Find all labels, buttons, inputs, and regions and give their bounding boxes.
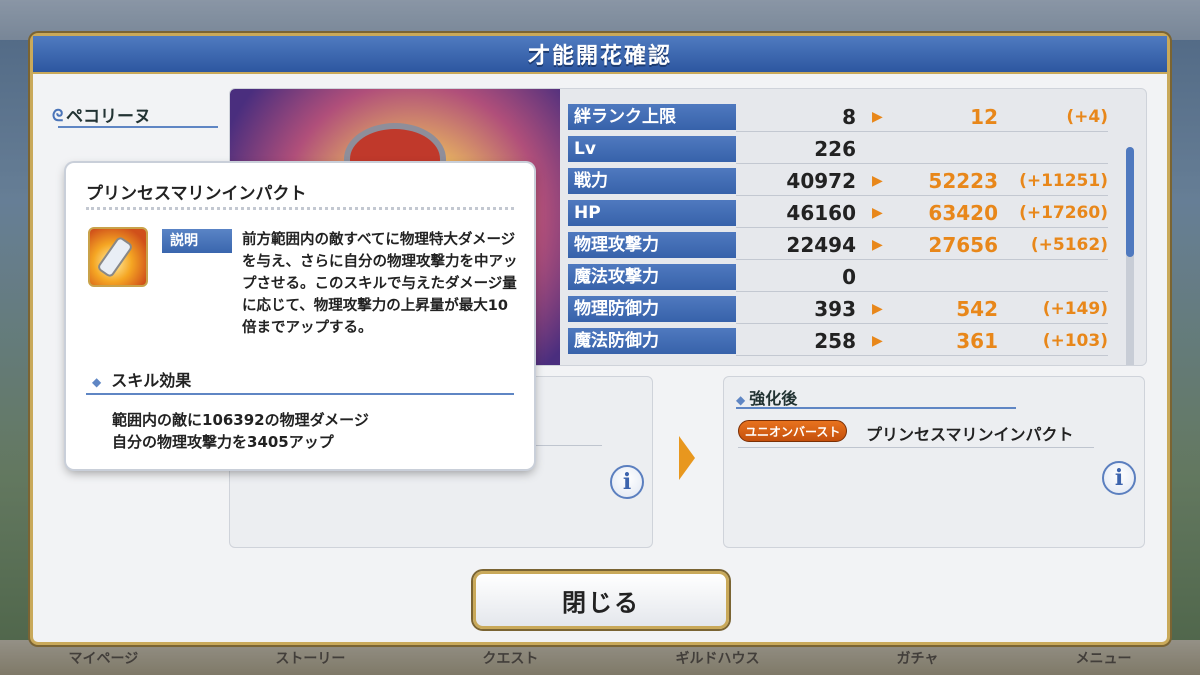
dotted-divider: [86, 207, 514, 210]
stat-label: Lv: [568, 136, 736, 162]
stat-list: 絆ランク上限 8 ▶ 12 (+4) Lv 226 戦力 40972 ▶ 52223 (+11251)…: [568, 102, 1128, 358]
stat-current-value: 393: [814, 297, 856, 321]
stat-current-value: 40972: [786, 169, 856, 193]
blade-icon: [98, 238, 132, 276]
skill-effect-header: ◆ スキル効果: [86, 367, 514, 395]
divider: [736, 163, 1108, 164]
stat-label: 絆ランク上限: [568, 104, 736, 130]
stat-current-value: 226: [814, 137, 856, 161]
stat-row: 戦力 40972 ▶ 52223 (+11251): [568, 166, 1128, 198]
stat-new-value: 63420: [928, 201, 998, 225]
diamond-icon: ◆: [736, 393, 746, 407]
info-button[interactable]: i: [1102, 461, 1136, 495]
stat-current-value: 258: [814, 329, 856, 353]
dialog-title-bar: 才能開花確認: [33, 36, 1167, 74]
stat-new-value: 12: [970, 105, 998, 129]
arrow-right-icon: ▶: [872, 205, 883, 221]
skill-effect-line: 自分の物理攻撃力を3405アップ: [112, 433, 334, 451]
stat-diff-value: (+149): [1042, 299, 1108, 319]
stat-row: Lv 226: [568, 134, 1128, 166]
description-label: 説明: [162, 229, 232, 253]
skill-effect-header-text: スキル効果: [111, 371, 192, 390]
stat-diff-value: (+11251): [1019, 171, 1108, 191]
arrow-right-icon: ▶: [872, 237, 883, 253]
info-button[interactable]: i: [610, 465, 644, 499]
stat-label: 魔法防御力: [568, 328, 736, 354]
stat-diff-value: (+5162): [1030, 235, 1108, 255]
arrow-right-icon: ▶: [872, 109, 883, 125]
stat-row: 物理攻撃力 22494 ▶ 27656 (+5162): [568, 230, 1128, 262]
stat-new-value: 361: [956, 329, 998, 353]
divider: [736, 131, 1108, 132]
stat-diff-value: (+4): [1066, 107, 1108, 127]
stat-current-value: 22494: [786, 233, 856, 257]
skill-after-panel: ◆ 強化後 ユニオンバースト プリンセスマリンインパクト i: [723, 376, 1145, 548]
skill-effect-list: 範囲内の敵に106392の物理ダメージ 自分の物理攻撃力を3405アップ: [112, 409, 369, 453]
divider: [736, 291, 1108, 292]
stat-row: HP 46160 ▶ 63420 (+17260): [568, 198, 1128, 230]
arrow-right-icon: [679, 436, 695, 480]
skill-icon: [88, 227, 148, 287]
stat-new-value: 542: [956, 297, 998, 321]
skill-description: 前方範囲内の敵すべてに物理特大ダメージを与え、さらに自分の物理攻撃力を中アップさ…: [242, 232, 518, 336]
stat-diff-value: (+103): [1042, 331, 1108, 351]
stat-row: 魔法防御力 258 ▶ 361 (+103): [568, 326, 1128, 358]
swap-icon: ᘓ: [52, 106, 64, 125]
arrow-right-icon: ▶: [872, 301, 883, 317]
stat-label: HP: [568, 200, 736, 226]
stat-row: 物理防御力 393 ▶ 542 (+149): [568, 294, 1128, 326]
stat-label: 物理攻撃力: [568, 232, 736, 258]
skill-detail-popup[interactable]: プリンセスマリンインパクト 説明 前方範囲内の敵すべてに物理特大ダメージを与え、…: [66, 163, 534, 469]
stats-scrollbar[interactable]: [1126, 147, 1134, 365]
divider: [736, 195, 1108, 196]
diamond-icon: ◆: [92, 375, 102, 389]
skill-effect-line: 範囲内の敵に106392の物理ダメージ: [112, 411, 369, 429]
scrollbar-thumb[interactable]: [1126, 147, 1134, 257]
stat-current-value: 0: [842, 265, 856, 289]
popup-skill-title: プリンセスマリンインパクト: [86, 184, 307, 204]
divider: [736, 259, 1108, 260]
arrow-right-icon: ▶: [872, 333, 883, 349]
skill-after-header-text: 強化後: [749, 389, 798, 408]
divider: [736, 227, 1108, 228]
union-burst-badge: ユニオンバースト: [738, 420, 848, 442]
stat-label: 物理防御力: [568, 296, 736, 322]
arrow-right-icon: ▶: [872, 173, 883, 189]
stat-label: 魔法攻撃力: [568, 264, 736, 290]
divider: [736, 323, 1108, 324]
character-name-text: ペコリーヌ: [66, 107, 151, 127]
dialog-title: 才能開花確認: [527, 44, 672, 69]
stat-row: 絆ランク上限 8 ▶ 12 (+4): [568, 102, 1128, 134]
stat-label: 戦力: [568, 168, 736, 194]
close-button[interactable]: 閉じる: [473, 571, 729, 629]
skill-after-name: プリンセスマリンインパクト: [866, 425, 1074, 444]
stat-new-value: 52223: [928, 169, 998, 193]
stat-current-value: 46160: [786, 201, 856, 225]
divider: [738, 447, 1094, 448]
divider: [736, 355, 1108, 356]
stat-current-value: 8: [842, 105, 856, 129]
stat-row: 魔法攻撃力 0: [568, 262, 1128, 294]
stat-new-value: 27656: [928, 233, 998, 257]
stat-diff-value: (+17260): [1019, 203, 1108, 223]
character-name: ᘓ ペコリーヌ: [52, 102, 218, 128]
skill-after-header: ◆ 強化後: [736, 385, 1016, 409]
